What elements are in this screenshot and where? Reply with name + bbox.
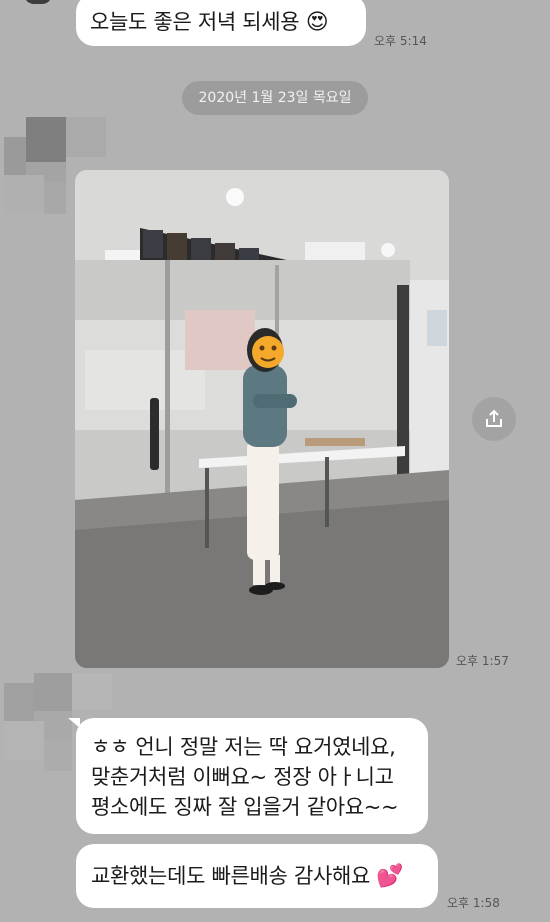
message-line: 맞춘거처럼 이뻐요~ 정장 아ㅏ니고 bbox=[91, 765, 394, 789]
chat-window: 오늘도 좋은 저녁 되세용 😍 오후 5:14 2020년 1월 23일 목요일 bbox=[0, 0, 550, 922]
message-bubble[interactable]: ㅎㅎ 언니 정말 저는 딱 요거였네요, 맞춘거처럼 이뻐요~ 정장 아ㅏ니고 … bbox=[76, 718, 428, 834]
two-hearts-emoji: 💕 bbox=[376, 864, 404, 889]
date-divider: 2020년 1월 23일 목요일 bbox=[182, 81, 368, 115]
avatar[interactable] bbox=[24, 0, 52, 4]
message-line: ㅎㅎ 언니 정말 저는 딱 요거였네요, bbox=[91, 735, 396, 759]
message-time: 오후 5:14 bbox=[374, 34, 427, 48]
message-text: 교환했는데도 빠른배송 감사해요 bbox=[91, 864, 371, 888]
heart-eyes-emoji: 😍 bbox=[305, 10, 329, 35]
message-text: 오늘도 좋은 저녁 되세용 bbox=[90, 10, 300, 34]
share-icon bbox=[486, 409, 502, 427]
share-button[interactable] bbox=[472, 397, 516, 441]
message-bubble[interactable]: 교환했는데도 빠른배송 감사해요 💕 bbox=[76, 844, 438, 908]
message-line: 평소에도 징짜 잘 입을거 같아요~~ bbox=[91, 795, 399, 819]
office-photo bbox=[75, 170, 449, 668]
message-time: 오후 1:58 bbox=[447, 896, 500, 910]
photo-message[interactable] bbox=[75, 170, 449, 668]
message-bubble[interactable]: 오늘도 좋은 저녁 되세용 😍 bbox=[76, 0, 366, 46]
message-time: 오후 1:57 bbox=[456, 654, 509, 668]
